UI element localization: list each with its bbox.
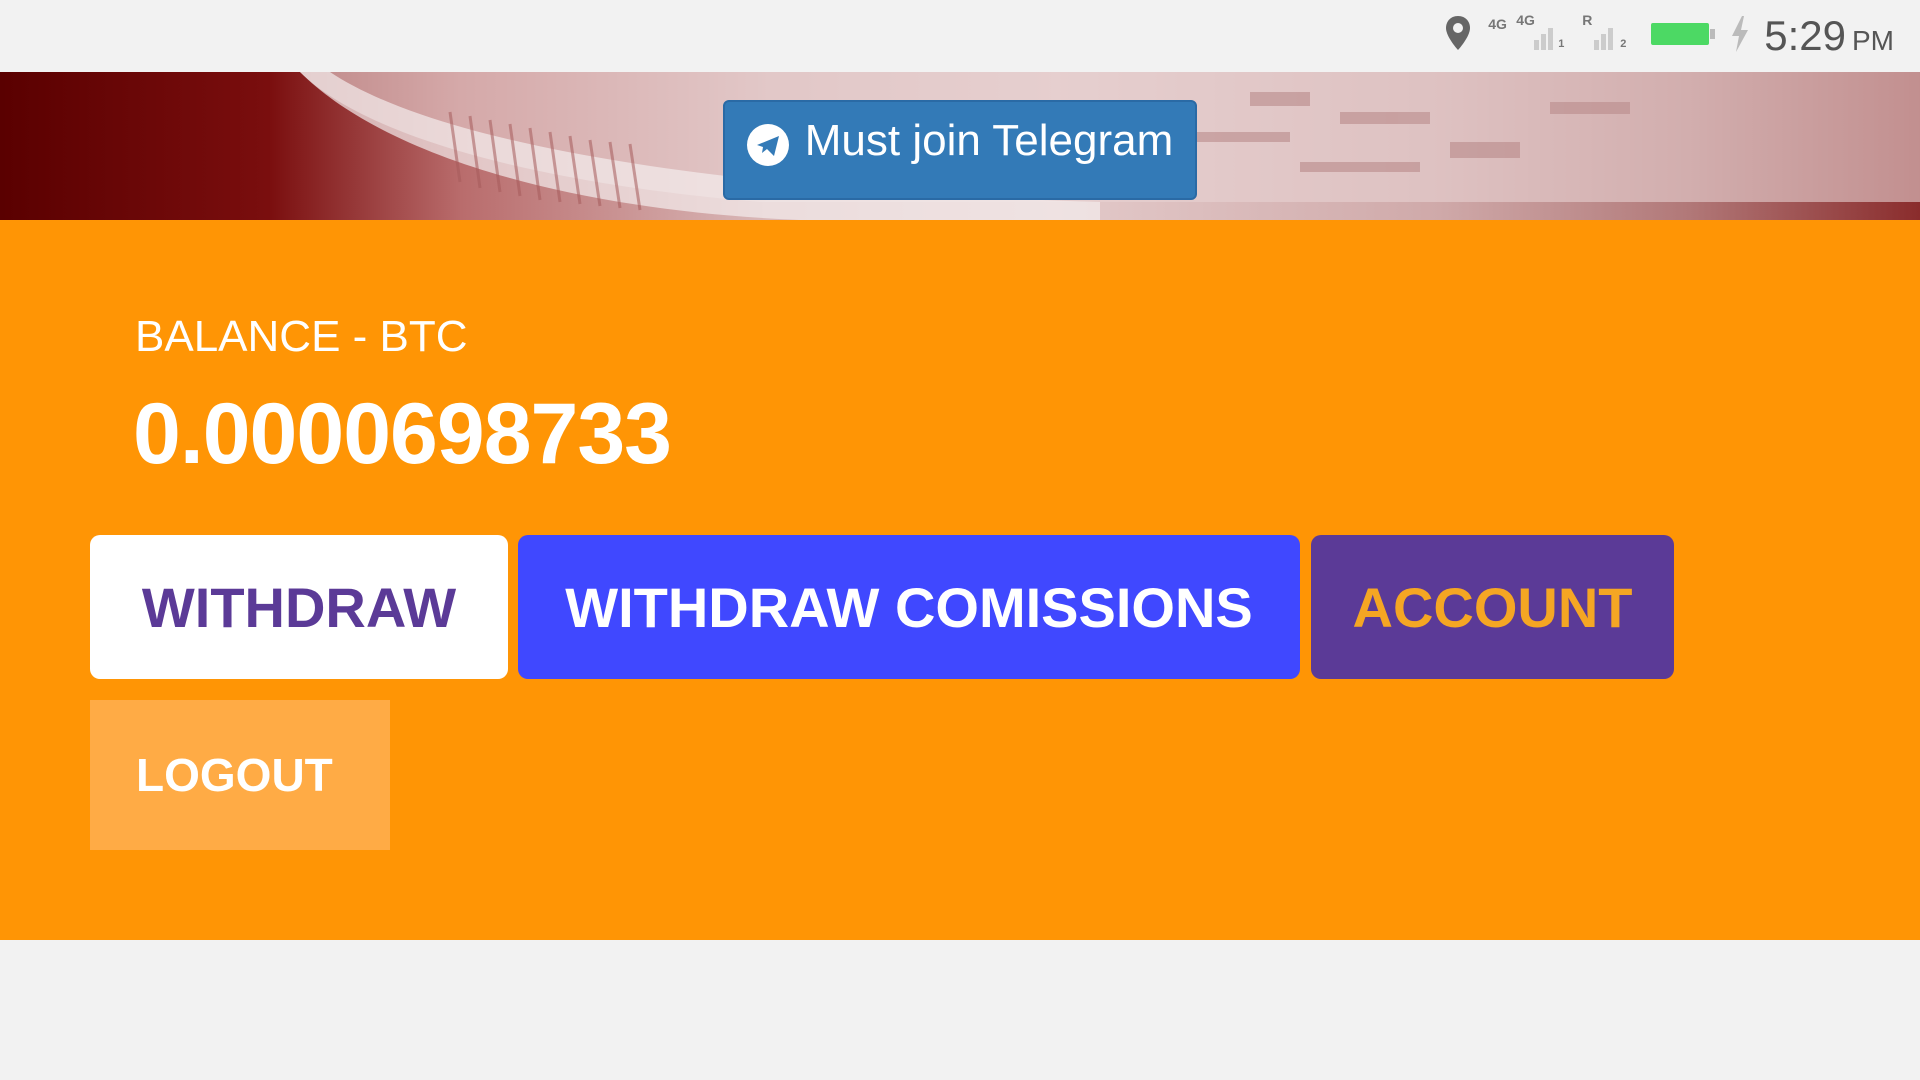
join-telegram-button[interactable]: Must join Telegram: [723, 100, 1197, 200]
status-bar: 4G 4G R 1 2 5:29 PM: [0, 0, 1920, 72]
withdraw-commissions-button[interactable]: WITHDRAW COMISSIONS: [518, 535, 1300, 679]
balance-panel: BALANCE - BTC 0.0000698733 WITHDRAW WITH…: [0, 220, 1920, 940]
telegram-icon: [746, 124, 789, 166]
status-icons: 4G 4G R 1 2 5:29 PM: [1444, 0, 1894, 72]
charging-icon: [1730, 15, 1750, 57]
balance-value: 0.0000698733: [133, 386, 672, 482]
hero-banner: Must join Telegram: [0, 72, 1920, 220]
logout-button[interactable]: LOGOUT: [90, 700, 390, 850]
balance-label: BALANCE - BTC: [135, 312, 468, 361]
battery-icon: [1650, 19, 1716, 54]
clock: 5:29 PM: [1764, 12, 1894, 60]
account-button[interactable]: ACCOUNT: [1311, 535, 1674, 679]
clock-ampm: PM: [1852, 25, 1894, 56]
location-icon: [1444, 14, 1472, 59]
clock-time: 5:29: [1764, 12, 1846, 59]
withdraw-button[interactable]: WITHDRAW: [90, 535, 508, 679]
join-telegram-label: Must join Telegram: [804, 116, 1174, 165]
signal-indicators: 4G 4G R 1 2: [1486, 12, 1636, 56]
